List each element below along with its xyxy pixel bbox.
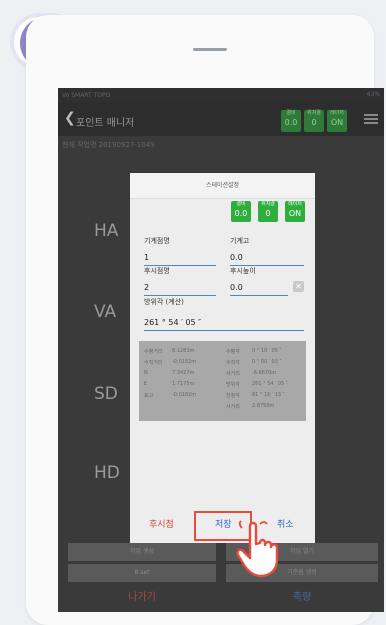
label-ha: HA <box>94 221 119 241</box>
info-value: 81 ° 16 ′ 13 ″ <box>252 392 285 398</box>
info-value: 0 ° 10 ′ 05 ″ <box>252 348 282 354</box>
dialog-indicator-position: 위치결 0 <box>258 201 278 222</box>
info-value: 7.3427m <box>172 370 195 376</box>
close-icon[interactable]: ✕ <box>293 281 304 292</box>
indicator-label: 위치결 <box>307 110 321 116</box>
info-key: 사거리 <box>226 404 240 410</box>
indicator-laser: 레이저 ON <box>327 110 347 132</box>
station-setup-dialog: 스테이션설정 결비 0.0 위치결 0 레이저 ON 기계점명 1 기계고 0.… <box>130 173 315 543</box>
backsight-point-label: 후시점명 <box>144 267 170 275</box>
backsight-height-field[interactable]: 0.0 <box>230 281 288 296</box>
indicator-label: 레이저 <box>288 201 302 207</box>
info-value: -6.6670m <box>252 370 277 376</box>
dialog-indicator-tilt: 결비 0.0 <box>231 201 251 222</box>
instrument-height-field[interactable]: 0.0 <box>230 251 304 266</box>
station-point-label: 기계점명 <box>144 237 170 245</box>
backsight-button[interactable]: 후시점 <box>149 517 174 530</box>
indicator-tilt: 결비 0.0 <box>281 110 301 132</box>
app-header: ❮ 포인트 매니저 결비 0.0 위치결 0 레이저 ON <box>58 102 384 136</box>
info-value: 0 ° 00 ′ 03 ″ <box>252 359 282 365</box>
instrument-height-label: 기계고 <box>230 237 250 245</box>
indicator-value: 0 <box>265 209 271 218</box>
info-key: E <box>144 381 148 387</box>
indicator-value: ON <box>288 209 302 218</box>
indicator-value: 0 <box>311 118 317 127</box>
drag-handle <box>193 48 227 51</box>
indicator-value: ON <box>330 118 344 127</box>
status-app-name: Vo SMART TOPO <box>62 92 111 99</box>
indicator-label: 결비 <box>236 201 246 207</box>
station-point-field[interactable]: 1 <box>144 251 216 266</box>
page-title: 포인트 매니저 <box>76 118 135 129</box>
info-key: 수평각 <box>226 349 240 355</box>
pointing-hand-icon <box>236 520 279 578</box>
azimuth-field[interactable]: 261 ° 54 ′ 05 ″ <box>144 316 304 331</box>
label-hd: HD <box>94 463 120 483</box>
info-key: 수평거리 <box>144 349 163 355</box>
status-bar: Vo SMART TOPO 43% <box>58 88 384 102</box>
indicator-label: 위치결 <box>261 201 275 207</box>
info-value: 1.7175m <box>172 381 195 387</box>
info-key: 방위각 <box>226 382 240 388</box>
exit-button[interactable]: 나가기 <box>68 587 216 609</box>
info-key: 사거리 <box>226 371 240 377</box>
backsight-point-field[interactable]: 2 <box>144 281 216 296</box>
info-key: 표고 <box>144 393 154 399</box>
create-job-button[interactable]: 작업 생성 <box>68 543 216 561</box>
indicator-value: 0.0 <box>284 118 298 127</box>
azimuth-label: 방위각 (계산) <box>144 298 184 306</box>
indicator-position: 위치결 0 <box>304 110 324 132</box>
info-value: 261 ° 54 ′ 05 ″ <box>252 381 288 387</box>
label-va: VA <box>94 302 117 322</box>
b-set-button[interactable]: B set <box>68 564 216 582</box>
current-job-name: 현재 작업명 20190927-1049 <box>62 141 155 149</box>
indicator-label: 결비 <box>286 110 296 116</box>
info-value: -0.0182m <box>172 359 197 365</box>
chevron-left-icon[interactable]: ❮ <box>64 110 76 126</box>
label-sd: SD <box>94 384 118 404</box>
menu-icon[interactable] <box>364 114 378 124</box>
info-value: -0.0182m <box>172 392 197 398</box>
measurement-info-panel: 수평거리 8.1283m 수직거리 -0.0182m N 7.3427m E 1… <box>139 341 306 421</box>
indicator-value: 0.0 <box>234 209 248 218</box>
battery-level: 43% <box>366 91 380 98</box>
dialog-indicator-laser: 레이저 ON <box>285 201 305 222</box>
info-value: 8.1283m <box>172 348 195 354</box>
backsight-height-label: 후시높이 <box>230 267 256 275</box>
info-key: 천정각 <box>226 393 240 399</box>
dialog-title: 스테이션설정 <box>130 173 315 199</box>
info-key: N <box>144 370 148 376</box>
info-key: 수직각 <box>226 360 240 366</box>
survey-button[interactable]: 측량 <box>226 587 378 609</box>
info-key: 수직거리 <box>144 360 163 366</box>
indicator-label: 레이저 <box>330 110 344 116</box>
info-value: 2.8750m <box>252 403 275 409</box>
